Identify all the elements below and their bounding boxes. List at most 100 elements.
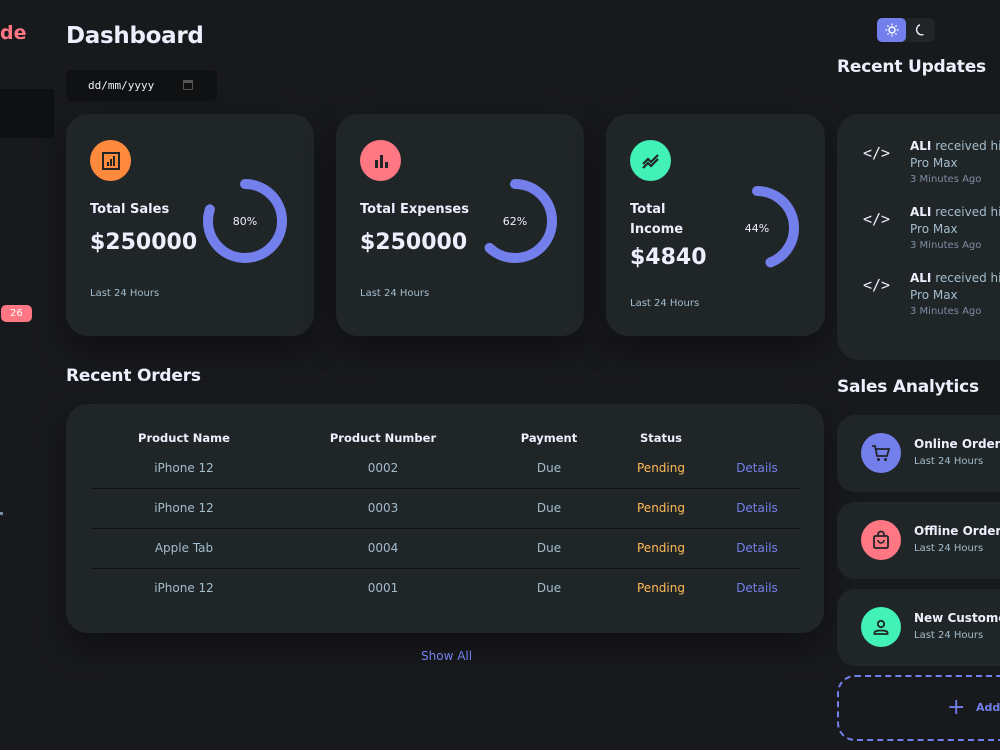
- payment-status: Due: [536, 581, 562, 596]
- person-icon: [861, 607, 901, 647]
- card-label: Total Expenses: [360, 202, 469, 217]
- update-time: 3 Minutes Ago: [910, 306, 982, 317]
- total-sales-card: Total Sales $250000 Last 24 Hours 80%: [66, 114, 314, 336]
- product-name: iPhone 12: [92, 488, 276, 529]
- progress-ring: 80%: [202, 178, 288, 264]
- column-header: Payment: [520, 431, 578, 445]
- moon-icon[interactable]: [906, 18, 935, 42]
- total-expenses-card: Total Expenses $250000 Last 24 Hours 62%: [336, 114, 584, 336]
- analytics-title: Offline Orders: [914, 524, 1000, 538]
- analytics-title: Online Orders: [914, 437, 1000, 451]
- product-number: 0001: [367, 581, 399, 596]
- update-text: received his: [935, 205, 1000, 219]
- code-icon: </>: [863, 210, 891, 228]
- recent-orders-table: Product Name Product Number Payment Stat…: [66, 404, 824, 633]
- product-name: iPhone 12: [154, 581, 214, 596]
- analytics-subtitle: Last 24 Hours: [914, 543, 984, 554]
- update-time: 3 Minutes Ago: [910, 174, 982, 185]
- stacked-line-chart-icon: [630, 140, 671, 181]
- update-text: received his: [935, 139, 1000, 153]
- card-amount: $250000: [90, 230, 198, 255]
- offline-orders-item[interactable]: Offline Orders Last 24 Hours: [837, 502, 1000, 579]
- analytics-icon: [90, 140, 131, 181]
- card-label: Total Income: [630, 202, 684, 237]
- bar-chart-icon: [360, 140, 401, 181]
- column-header: [714, 428, 800, 448]
- update-user: ALI: [910, 139, 932, 153]
- product-number: 0004: [276, 528, 490, 569]
- table-row: iPhone 12 0001 Due Pending Details: [92, 568, 800, 608]
- product-name: Apple Tab: [92, 528, 276, 569]
- update-time: 3 Minutes Ago: [910, 240, 982, 251]
- order-status: Pending: [608, 488, 714, 529]
- recent-updates-title: Recent Updates: [837, 57, 986, 77]
- calendar-icon[interactable]: [183, 80, 193, 90]
- plus-icon: +: [947, 695, 966, 720]
- details-link[interactable]: Details: [714, 568, 800, 608]
- sidebar-active-item[interactable]: [0, 89, 54, 138]
- update-text: received his: [935, 271, 1000, 285]
- analytics-title: New Customers: [914, 611, 1000, 625]
- theme-toggle[interactable]: [877, 18, 935, 42]
- table-row: Apple Tab 0004 Due Pending Details: [92, 528, 800, 569]
- details-link[interactable]: Details: [714, 488, 800, 529]
- date-input[interactable]: dd/mm/yyyy: [66, 70, 217, 101]
- card-footer: Last 24 Hours: [630, 298, 700, 309]
- order-status: Pending: [608, 448, 714, 489]
- page-title: Dashboard: [66, 23, 204, 49]
- analytics-subtitle: Last 24 Hours: [914, 456, 984, 467]
- column-header: Product Name: [138, 431, 230, 445]
- card-footer: Last 24 Hours: [360, 288, 430, 299]
- card-label: Total Sales: [90, 202, 170, 217]
- update-message: ALI received his Pro Max: [910, 270, 1000, 304]
- update-product: Pro Max: [910, 156, 958, 170]
- column-header: Product Number: [329, 431, 437, 445]
- card-amount: $4840: [630, 245, 707, 270]
- sidebar-marker: [0, 512, 3, 515]
- code-icon: </>: [863, 144, 891, 162]
- card-footer: Last 24 Hours: [90, 288, 160, 299]
- update-product: Pro Max: [910, 288, 958, 302]
- progress-percent: 62%: [502, 214, 528, 228]
- add-product-button[interactable]: + Add Product: [837, 675, 1000, 741]
- new-customers-item[interactable]: New Customers Last 24 Hours: [837, 589, 1000, 666]
- update-message: ALI received his Pro Max: [910, 138, 1000, 172]
- cart-icon: [861, 433, 901, 473]
- recent-updates-panel: </> ALI received his Pro Max 3 Minutes Ag…: [837, 114, 1000, 360]
- update-product: Pro Max: [910, 222, 958, 236]
- add-product-label: Add Product: [976, 701, 1000, 714]
- message-count-badge: 26: [1, 305, 32, 322]
- progress-ring: 44%: [714, 185, 800, 271]
- update-user: ALI: [910, 271, 932, 285]
- online-orders-item[interactable]: Online Orders Last 24 Hours: [837, 415, 1000, 492]
- payment-status: Due: [490, 528, 608, 569]
- progress-percent: 44%: [744, 221, 770, 235]
- details-link[interactable]: Details: [714, 448, 800, 489]
- product-name: iPhone 12: [92, 448, 276, 489]
- code-icon: </>: [863, 276, 891, 294]
- sales-analytics-title: Sales Analytics: [837, 377, 979, 397]
- show-all-link[interactable]: Show All: [421, 649, 472, 663]
- recent-orders-title: Recent Orders: [66, 366, 201, 386]
- update-message: ALI received his Pro Max: [910, 204, 1000, 238]
- table-row: iPhone 12 0002 Due Pending Details: [92, 448, 800, 489]
- total-income-card: Total Income $4840 Last 24 Hours 44%: [606, 114, 825, 336]
- order-status: Pending: [637, 581, 685, 596]
- product-number: 0002: [276, 448, 490, 489]
- order-status: Pending: [608, 528, 714, 569]
- card-amount: $250000: [360, 230, 468, 255]
- brand-logo-text: de: [0, 22, 27, 44]
- details-link[interactable]: Details: [714, 528, 800, 569]
- update-user: ALI: [910, 205, 932, 219]
- analytics-subtitle: Last 24 Hours: [914, 630, 984, 641]
- column-header: Status: [639, 431, 683, 445]
- payment-status: Due: [490, 488, 608, 529]
- progress-percent: 80%: [232, 214, 258, 228]
- table-row: iPhone 12 0003 Due Pending Details: [92, 488, 800, 529]
- date-placeholder: dd/mm/yyyy: [88, 79, 155, 92]
- progress-ring: 62%: [472, 178, 558, 264]
- payment-status: Due: [490, 448, 608, 489]
- sun-icon[interactable]: [877, 18, 906, 42]
- product-number: 0003: [276, 488, 490, 529]
- shopping-bag-icon: [861, 520, 901, 560]
